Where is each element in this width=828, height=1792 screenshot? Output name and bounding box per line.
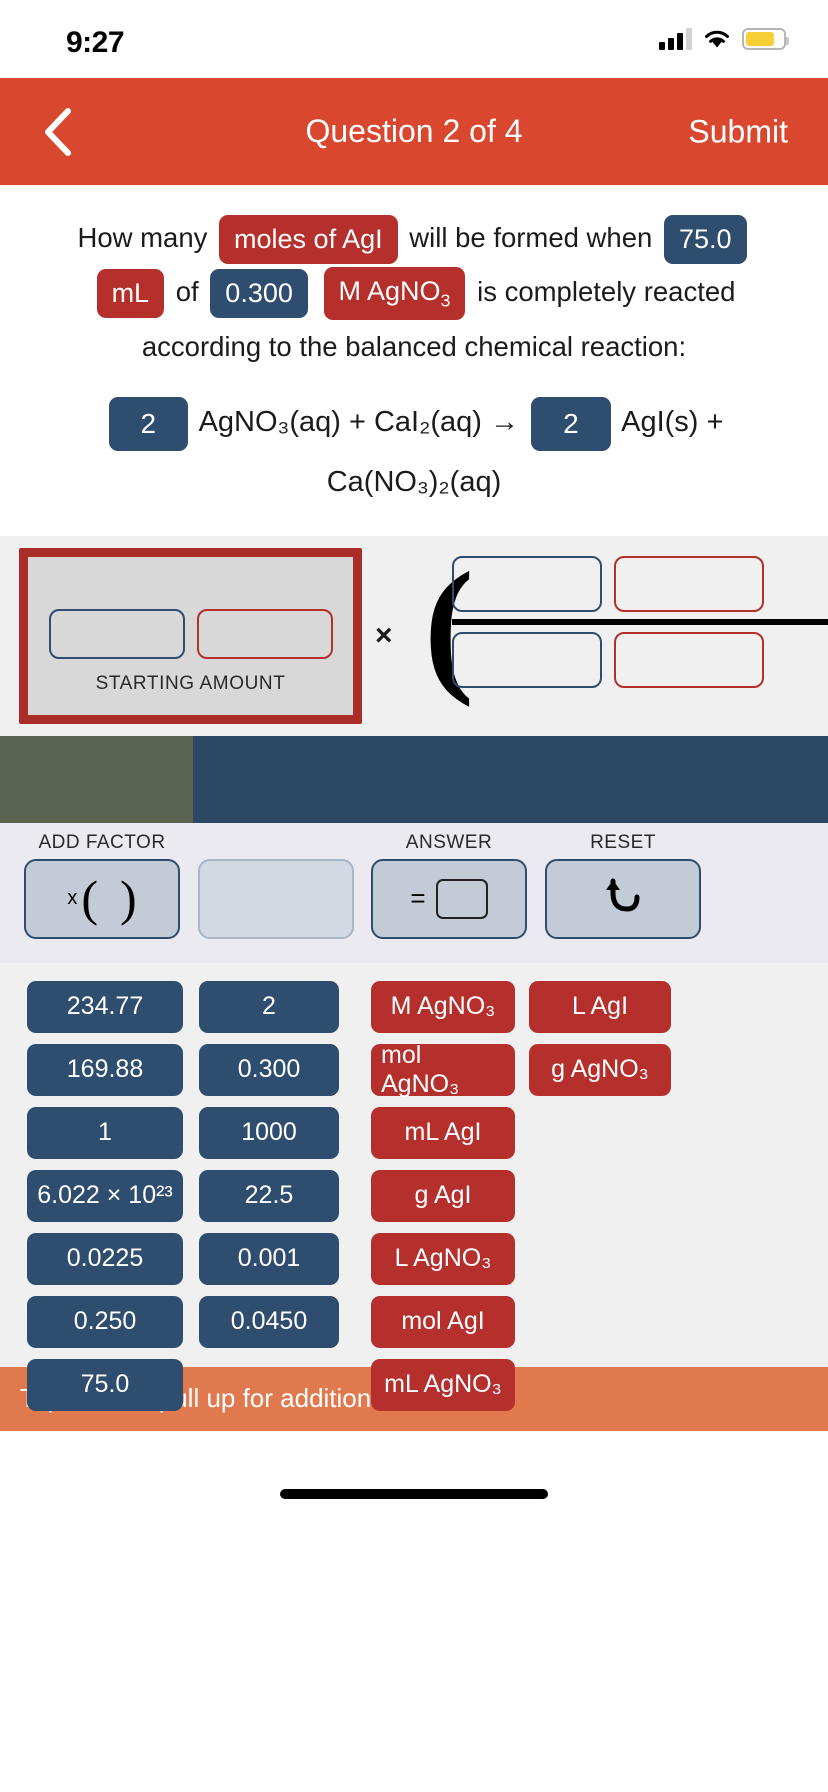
answer-label: ANSWER — [405, 831, 493, 853]
action-toolbar: ADD FACTOR x ( ) ANSWER = RESET — [0, 822, 828, 963]
tile-item[interactable]: 22.5 — [199, 1169, 339, 1222]
submit-button[interactable]: Submit — [688, 113, 788, 150]
answer-button[interactable]: = — [371, 858, 527, 939]
answer-box-icon — [435, 878, 488, 919]
tile-item[interactable]: 1 — [27, 1106, 183, 1159]
starting-amount-label: STARTING AMOUNT — [95, 672, 286, 694]
tile-item[interactable]: M AgNO₃ — [371, 980, 515, 1033]
home-indicator[interactable] — [280, 1488, 548, 1499]
tile-item[interactable]: 0.001 — [199, 1232, 339, 1285]
band-olive-segment — [0, 735, 193, 823]
tile-item[interactable]: 0.250 — [27, 1295, 183, 1348]
question-text-part4: is completely reacted — [477, 275, 736, 307]
tile-item[interactable]: mol AgI — [371, 1295, 515, 1348]
chip-75: 75.0 — [663, 215, 747, 265]
chip-moles-of-agi: moles of AgI — [219, 215, 398, 265]
tile-column-units-1: M AgNO₃ mol AgNO₃ mL AgI g AgI L AgNO₃ m… — [371, 980, 515, 1422]
tile-item[interactable]: 0.0225 — [27, 1232, 183, 1285]
battery-icon — [742, 28, 789, 50]
numerator-unit-slot[interactable] — [614, 555, 764, 612]
tile-item[interactable]: 6.022 × 10²³ — [27, 1169, 183, 1222]
starting-value-slot[interactable] — [48, 608, 185, 659]
tile-item[interactable]: g AgNO₃ — [529, 1043, 671, 1096]
add-factor-label: ADD FACTOR — [38, 831, 166, 853]
question-prompt: How many moles of AgI will be formed whe… — [0, 185, 828, 520]
question-line-3: according to the balanced chemical react… — [141, 330, 687, 362]
add-factor-button[interactable]: x ( ) — [24, 858, 180, 939]
multiply-symbol: × — [375, 618, 393, 652]
tile-item[interactable]: 234.77 — [27, 980, 183, 1033]
chip-0300: 0.300 — [210, 268, 308, 318]
add-factor-close-paren: ) — [120, 870, 137, 927]
tile-item[interactable]: mL AgNO₃ — [371, 1358, 515, 1411]
chevron-left-icon[interactable] — [38, 105, 78, 159]
factor-placeholder-button[interactable] — [198, 858, 354, 939]
question-text-part2: will be formed when — [409, 222, 653, 253]
wifi-icon — [703, 28, 731, 50]
home-indicator-area — [0, 1430, 828, 1517]
tile-item[interactable]: 2 — [199, 980, 339, 1033]
navigation-bar: Question 2 of 4 Submit — [0, 78, 828, 185]
tile-column-values-2: 2 0.300 1000 22.5 0.001 0.0450 — [199, 980, 339, 1359]
starting-amount-slots — [48, 608, 333, 659]
tile-item[interactable]: mL AgI — [371, 1106, 515, 1159]
chip-coefficient-1: 2 — [108, 396, 189, 451]
chip-coefficient-2: 2 — [531, 396, 611, 451]
equation-reactants: AgNO₃(aq) + CaI₂(aq) → — [198, 406, 519, 439]
answer-icon: = — [410, 878, 488, 919]
question-line-1: How many moles of AgI will be formed whe… — [40, 211, 788, 265]
status-time: 9:27 — [66, 26, 125, 59]
question-text-part3: of — [175, 275, 199, 307]
tile-item[interactable]: g AgI — [371, 1169, 515, 1222]
undo-arrow-icon — [599, 871, 647, 926]
question-text-part1: How many — [77, 222, 208, 253]
conversion-factor-fraction — [452, 555, 828, 688]
question-line-2: mL of 0.300 M AgNO3 is completely reacte… — [40, 265, 788, 320]
work-area: STARTING AMOUNT × ( — [0, 535, 828, 736]
band-navy-segment — [193, 735, 828, 823]
cellular-signal-icon — [659, 28, 692, 50]
tile-item[interactable]: L AgI — [529, 980, 671, 1033]
equation-line-2: Ca(NO₃)₂(aq) — [326, 465, 502, 498]
color-band — [0, 735, 828, 823]
starting-amount-box[interactable]: STARTING AMOUNT — [19, 547, 362, 724]
tile-item[interactable]: 75.0 — [27, 1358, 183, 1411]
chip-m-agno3: M AgNO3 — [323, 266, 466, 320]
fraction-bar — [452, 618, 828, 625]
status-indicators — [659, 28, 789, 50]
tile-item[interactable]: 169.88 — [27, 1043, 183, 1096]
tile-item[interactable]: mol AgNO₃ — [371, 1041, 515, 1098]
chip-m-agno3-text: M AgNO — [338, 275, 441, 306]
add-factor-x: x — [67, 887, 78, 910]
tile-item[interactable]: 0.0450 — [199, 1295, 339, 1348]
status-bar: 9:27 — [0, 0, 828, 78]
numerator-slots — [452, 555, 828, 612]
tile-item[interactable]: 1000 — [199, 1106, 339, 1159]
chip-ml: mL — [96, 268, 165, 318]
add-factor-open-paren: ( — [81, 870, 98, 927]
denominator-value-slot[interactable] — [452, 631, 602, 688]
equals-sign: = — [410, 883, 426, 914]
chip-m-agno3-subscript: 3 — [440, 290, 451, 311]
denominator-unit-slot[interactable] — [614, 631, 764, 688]
starting-unit-slot[interactable] — [196, 608, 333, 659]
equation-line-1: 2 AgNO₃(aq) + CaI₂(aq) → 2 AgI(s) + — [40, 395, 788, 451]
reset-button[interactable] — [545, 858, 701, 939]
tile-column-units-2: L AgI g AgNO₃ — [529, 980, 671, 1107]
numerator-value-slot[interactable] — [452, 555, 602, 612]
add-factor-icon: x ( ) — [67, 870, 137, 927]
reset-label: RESET — [590, 831, 656, 853]
answer-tile-grid: 234.77 169.88 1 6.022 × 10²³ 0.0225 0.25… — [0, 962, 828, 1411]
equation-product-1: AgI(s) + — [621, 406, 724, 439]
denominator-slots — [452, 631, 828, 688]
tile-column-values-1: 234.77 169.88 1 6.022 × 10²³ 0.0225 0.25… — [27, 980, 183, 1422]
tile-item[interactable]: 0.300 — [199, 1043, 339, 1096]
tile-item[interactable]: L AgNO₃ — [371, 1232, 515, 1285]
